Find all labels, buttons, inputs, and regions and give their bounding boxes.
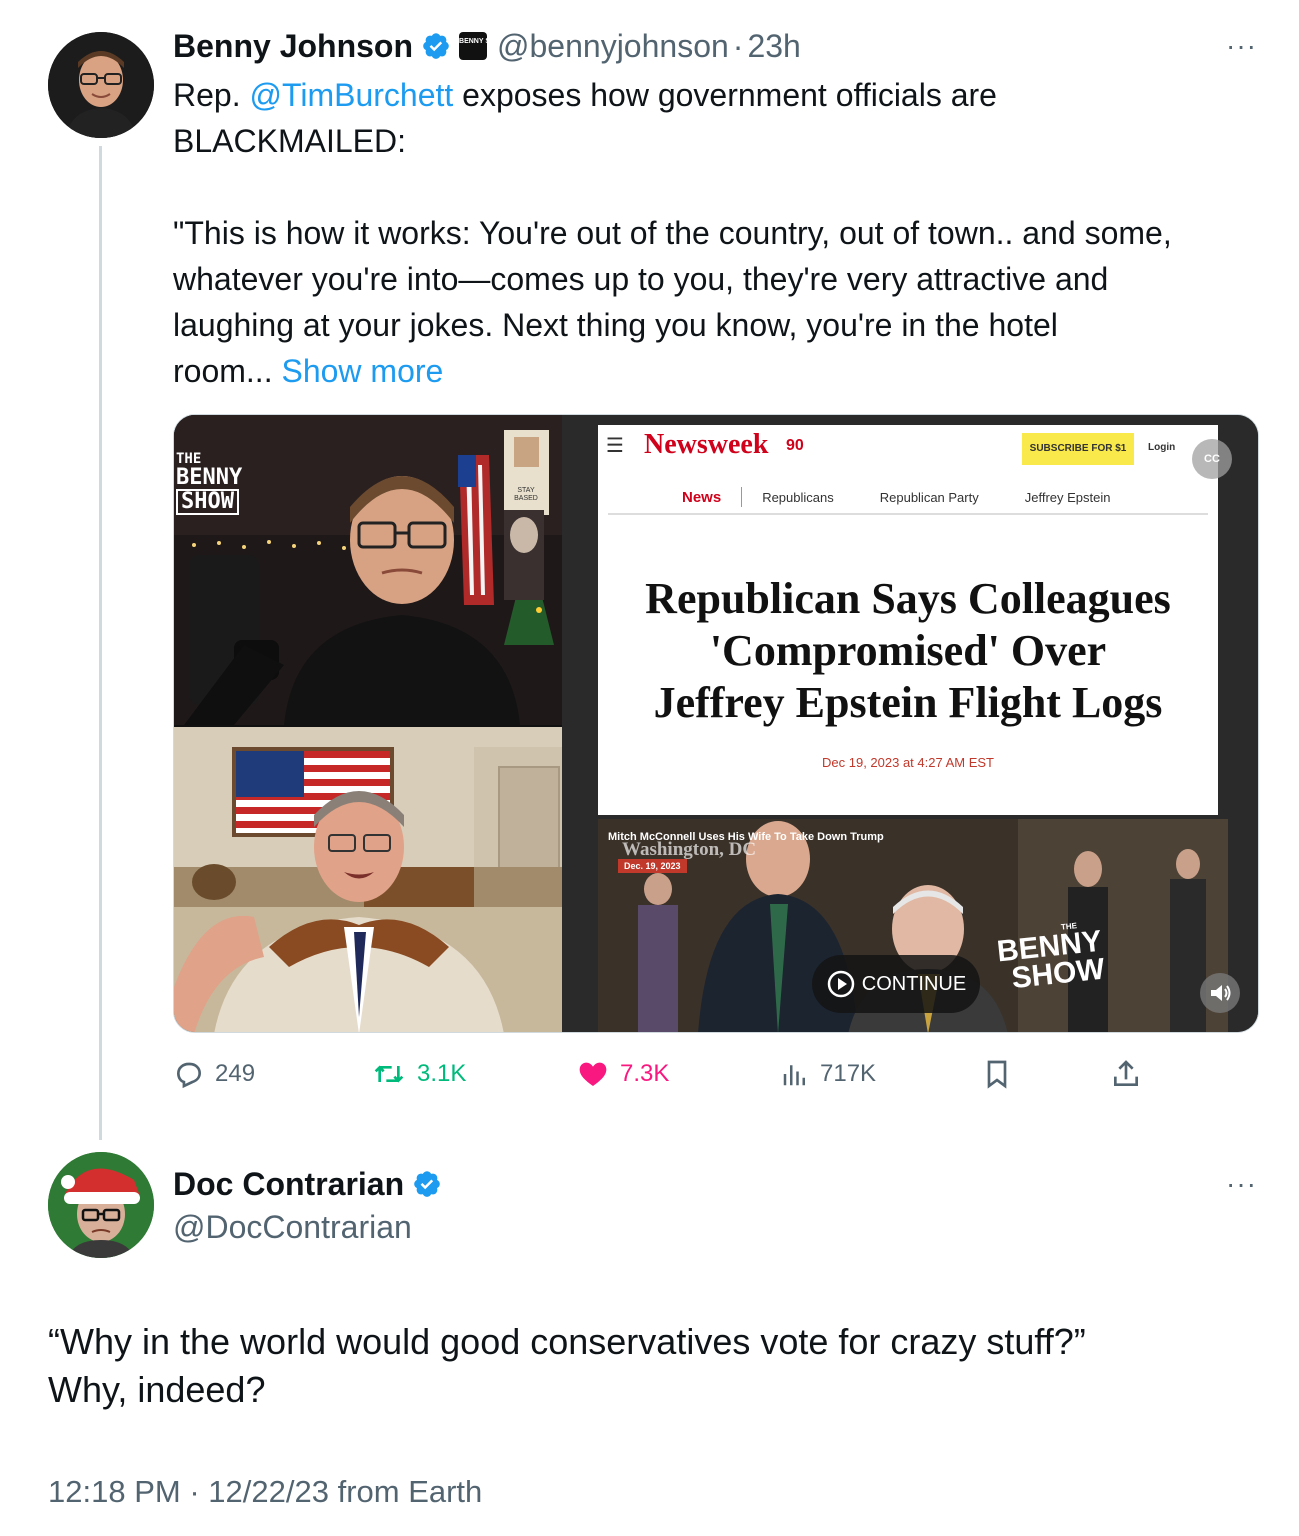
- reply-header: Doc Contrarian: [173, 1164, 442, 1204]
- reply-count: 249: [215, 1060, 256, 1087]
- tweet-time[interactable]: 23h: [747, 28, 800, 65]
- site-logo: Newsweek: [644, 429, 769, 460]
- continue-button[interactable]: CONTINUE: [812, 955, 980, 1013]
- views-action[interactable]: 717K: [780, 1058, 876, 1090]
- separator-dot: ·: [732, 27, 744, 64]
- doc-contrarian-avatar[interactable]: [48, 1152, 154, 1258]
- reply-text-line1: “Why in the world would good conservativ…: [48, 1321, 1086, 1362]
- reply-source: from Earth: [337, 1474, 483, 1509]
- mute-toggle-icon[interactable]: [1200, 973, 1240, 1013]
- login-link: Login: [1148, 442, 1176, 453]
- closed-captions-icon[interactable]: CC: [1192, 439, 1232, 479]
- reply-more-options-icon[interactable]: ···: [1226, 1170, 1257, 1198]
- tweet-more-options-icon[interactable]: ···: [1226, 32, 1257, 60]
- clip-date: Dec. 19, 2023: [618, 859, 687, 873]
- nav-news: News: [682, 488, 722, 506]
- tweet-video[interactable]: THE BENNY SHOW STAY BASED ☰ Newsweek 90 …: [173, 414, 1259, 1033]
- benny-show-watermark: THE BENNY SHOW: [995, 921, 1107, 996]
- reply-date[interactable]: 12/22/23: [208, 1474, 329, 1509]
- newsweek-page: ☰ Newsweek 90 SUBSCRIBE FOR $1 Login New…: [598, 425, 1218, 815]
- like-action[interactable]: 7.3K: [576, 1058, 669, 1090]
- repost-action[interactable]: 3.1K: [371, 1058, 466, 1090]
- thread-connector-line: [99, 146, 102, 1140]
- like-count: 7.3K: [620, 1060, 670, 1087]
- benny-show-logo: THE BENNY SHOW: [176, 451, 243, 515]
- verified-badge-icon[interactable]: [421, 31, 451, 61]
- repost-count: 3.1K: [417, 1060, 467, 1087]
- author-name[interactable]: Benny Johnson: [173, 28, 413, 65]
- tweet-text-prefix: Rep.: [173, 77, 250, 113]
- share-icon: [1114, 1060, 1138, 1086]
- tweet-quote-line1: "This is how it works: You're out of the…: [173, 215, 1172, 251]
- article-headline: Republican Says Colleagues 'Compromised'…: [645, 574, 1171, 727]
- reply-action[interactable]: 249: [173, 1058, 255, 1090]
- article-dateline: Dec 19, 2023 at 4:27 AM EST: [822, 755, 994, 770]
- mention-link[interactable]: @TimBurchett: [249, 77, 453, 113]
- reply-time[interactable]: 12:18 PM: [48, 1474, 181, 1509]
- site-menu-icon: ☰: [606, 435, 624, 457]
- reply-text-line2: Why, indeed?: [48, 1369, 266, 1410]
- reply-body: “Why in the world would good conservativ…: [48, 1318, 1268, 1414]
- site-anniversary-badge: 90: [786, 437, 804, 454]
- tweet-quote-line4: room...: [173, 353, 282, 389]
- play-circle-icon: [827, 970, 855, 998]
- nav-republican-party: Republican Party: [879, 489, 979, 505]
- heart-icon: [579, 1062, 607, 1086]
- bookmark-action[interactable]: [981, 1058, 1023, 1090]
- reply-author-name[interactable]: Doc Contrarian: [173, 1166, 404, 1203]
- affiliate-badge-icon[interactable]: BENNY SHOW: [459, 32, 507, 60]
- tweet-quote-line3: laughing at your jokes. Next thing you k…: [173, 307, 1058, 343]
- site-nav: News Republicans Republican Party Jeffre…: [682, 487, 1111, 507]
- bookmark-icon: [987, 1060, 1007, 1089]
- share-action[interactable]: [1110, 1058, 1152, 1090]
- show-more-link[interactable]: Show more: [281, 353, 443, 389]
- tweet-text-line2: BLACKMAILED:: [173, 123, 406, 159]
- tweet-actions: 249 3.1K 7.3K 717K: [173, 1054, 1263, 1094]
- subscribe-button: SUBSCRIBE FOR $1: [1022, 433, 1134, 465]
- reply-meta: 12:18 PM · 12/22/23 from Earth: [48, 1474, 482, 1510]
- tweet-quote-line2: whatever you're into—comes up to you, th…: [173, 261, 1109, 297]
- repost-icon: [374, 1065, 404, 1083]
- views-chart-icon: [783, 1065, 805, 1086]
- benny-johnson-avatar[interactable]: [48, 32, 154, 138]
- reply-author-handle[interactable]: @DocContrarian: [173, 1207, 412, 1247]
- verified-badge-icon[interactable]: [412, 1169, 442, 1199]
- tweet-body: Rep. @TimBurchett exposes how government…: [173, 72, 1263, 394]
- meta-dot: ·: [189, 1474, 200, 1509]
- video-host-panel: THE BENNY SHOW STAY BASED: [174, 415, 564, 725]
- tweet-header: Benny Johnson BENNY SHOW @bennyjohnson ·…: [173, 26, 801, 66]
- poster-caption: STAY BASED: [514, 487, 538, 502]
- nav-republicans: Republicans: [762, 489, 834, 505]
- video-guest-panel: [174, 727, 564, 1032]
- author-handle[interactable]: @bennyjohnson: [497, 28, 729, 65]
- reply-icon: [176, 1062, 202, 1089]
- views-count: 717K: [820, 1060, 877, 1087]
- tweet-text-line1: exposes how government officials are: [453, 77, 997, 113]
- video-article-panel: ☰ Newsweek 90 SUBSCRIBE FOR $1 Login New…: [562, 415, 1258, 1032]
- continue-label: CONTINUE: [861, 972, 967, 995]
- clip-location: Washington, DC: [622, 839, 757, 860]
- nav-jeffrey-epstein: Jeffrey Epstein: [1024, 489, 1111, 505]
